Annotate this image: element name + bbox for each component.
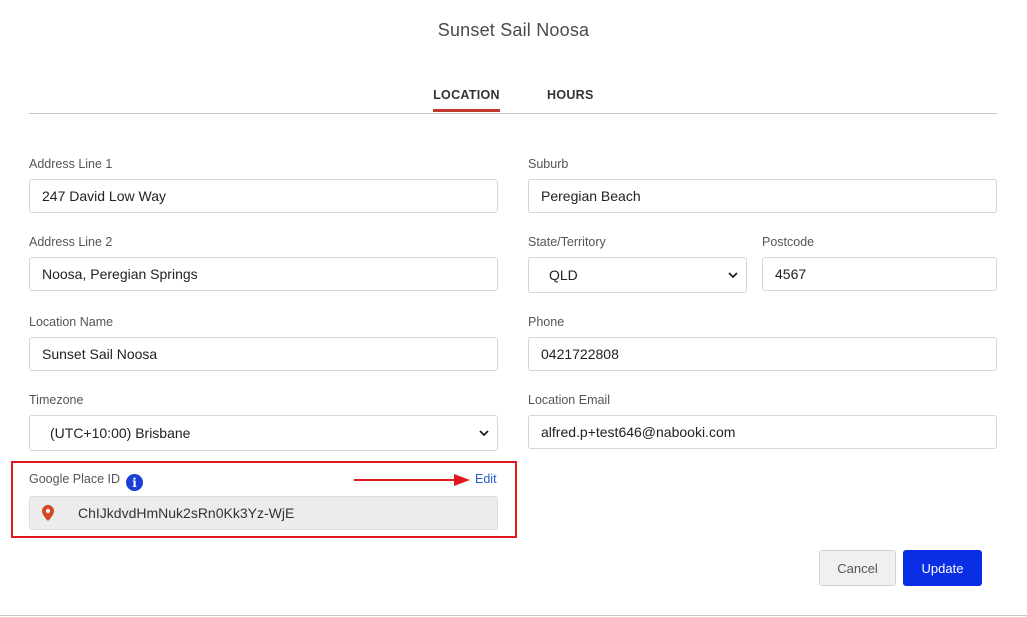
suburb-value: Peregian Beach (541, 188, 641, 204)
location-name-label: Location Name (29, 315, 114, 329)
tabs-divider (29, 113, 997, 114)
phone-value: 0421722808 (541, 346, 619, 362)
location-email-input[interactable]: alfred.p+test646@nabooki.com (528, 415, 997, 449)
timezone-value: (UTC+10:00) Brisbane (50, 425, 191, 441)
timezone-label: Timezone (29, 393, 84, 407)
postcode-label: Postcode (762, 235, 815, 249)
location-email-value: alfred.p+test646@nabooki.com (541, 424, 736, 440)
state-territory-select[interactable]: QLD (528, 257, 747, 293)
map-pin-icon (30, 505, 66, 521)
suburb-label: Suburb (528, 157, 569, 171)
chevron-down-icon (479, 430, 489, 437)
state-territory-label: State/Territory (528, 235, 606, 249)
tab-bar: LOCATION HOURS (0, 88, 1027, 114)
state-territory-value: QLD (549, 267, 578, 283)
footer-divider (0, 615, 1027, 616)
active-tab-indicator (433, 109, 500, 112)
postcode-value: 4567 (775, 266, 807, 282)
tab-hours[interactable]: HOURS (547, 88, 594, 102)
update-button[interactable]: Update (903, 550, 982, 586)
cancel-button[interactable]: Cancel (819, 550, 896, 586)
chevron-down-icon (728, 272, 738, 279)
google-place-id-input[interactable]: ChIJkdvdHmNuk2sRn0Kk3Yz-WjE (29, 496, 498, 530)
info-icon[interactable]: i (126, 474, 143, 491)
address-line-2-value: Noosa, Peregian Springs (42, 266, 198, 282)
google-place-id-value: ChIJkdvdHmNuk2sRn0Kk3Yz-WjE (78, 505, 295, 521)
page-title: Sunset Sail Noosa (437, 20, 590, 40)
google-place-id-label: Google Place ID (29, 472, 121, 486)
tab-location[interactable]: LOCATION (433, 88, 500, 112)
address-line-2-label: Address Line 2 (29, 235, 113, 249)
timezone-select[interactable]: (UTC+10:00) Brisbane (29, 415, 498, 451)
suburb-input[interactable]: Peregian Beach (528, 179, 997, 213)
postcode-input[interactable]: 4567 (762, 257, 997, 291)
location-name-input[interactable]: Sunset Sail Noosa (29, 337, 498, 371)
address-line-2-input[interactable]: Noosa, Peregian Springs (29, 257, 498, 291)
edit-google-place-link[interactable]: Edit (475, 472, 497, 486)
tab-hours-label: HOURS (547, 88, 594, 102)
address-line-1-label: Address Line 1 (29, 157, 113, 171)
phone-input[interactable]: 0421722808 (528, 337, 997, 371)
phone-label: Phone (528, 315, 565, 329)
location-name-value: Sunset Sail Noosa (42, 346, 158, 362)
address-line-1-value: 247 David Low Way (42, 188, 166, 204)
address-line-1-input[interactable]: 247 David Low Way (29, 179, 498, 213)
tab-location-label: LOCATION (433, 88, 500, 102)
arrow-right-icon (354, 474, 470, 486)
location-email-label: Location Email (528, 393, 610, 407)
